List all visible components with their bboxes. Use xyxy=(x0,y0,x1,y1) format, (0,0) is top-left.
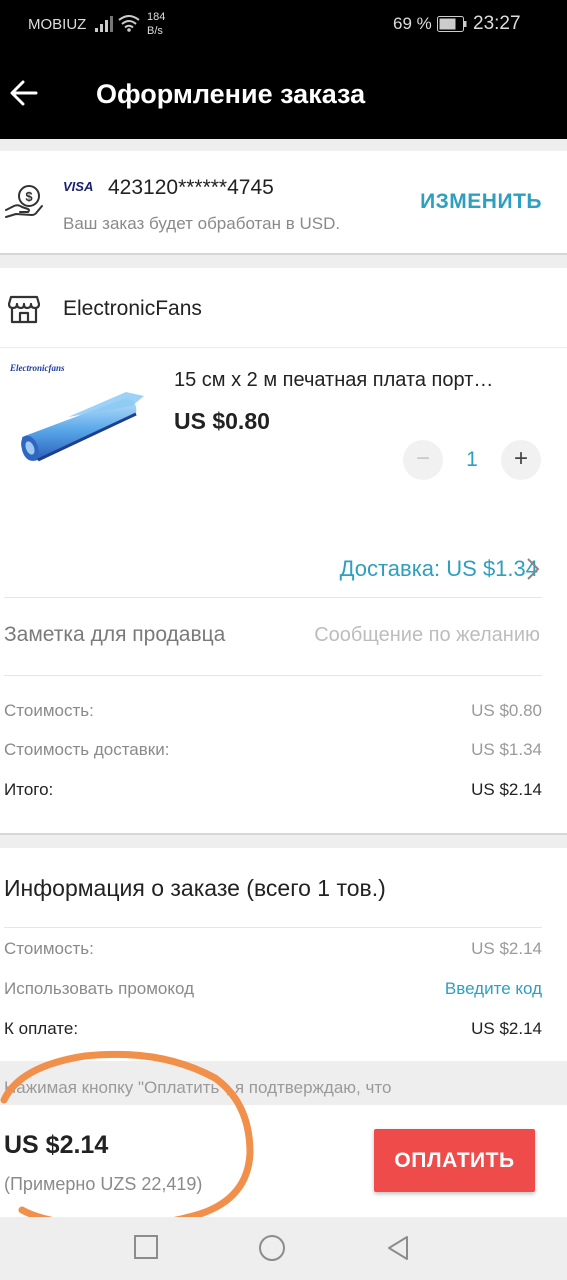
checkout-total: US $2.14 xyxy=(4,1131,109,1159)
hand-coin-icon: $ xyxy=(5,185,43,218)
store-row[interactable]: ElectronicFans xyxy=(0,268,567,348)
recent-apps-icon[interactable] xyxy=(133,1234,159,1260)
summary-shipping-value: US $1.34 xyxy=(471,740,542,759)
battery-percent: 69 % xyxy=(393,14,432,33)
seller-note-input[interactable] xyxy=(272,619,540,651)
to-pay-label: К оплате: xyxy=(4,1019,79,1038)
speed-unit: B/s xyxy=(147,25,163,37)
info-cost-label: Стоимость: xyxy=(4,939,94,958)
visa-logo: VISA xyxy=(63,179,94,194)
product-image[interactable]: Electronicfans xyxy=(8,360,153,505)
battery-icon xyxy=(437,16,467,32)
change-payment-button[interactable]: ИЗМЕНИТЬ xyxy=(420,190,542,214)
enter-promo-code-link[interactable]: Введите код xyxy=(445,979,542,999)
system-nav-bar xyxy=(0,1217,567,1280)
order-info-card: Информация о заказе (всего 1 тов.) Стоим… xyxy=(0,848,567,1061)
order-card: ElectronicFans Electronicfans 15 см x 2 … xyxy=(0,268,567,835)
chevron-right-icon xyxy=(527,558,540,580)
checkout-bar: US $2.14 (Примерно UZS 22,419) ОПЛАТИТЬ xyxy=(0,1105,567,1217)
quantity-value: 1 xyxy=(466,448,478,471)
store-icon xyxy=(8,295,40,324)
divider xyxy=(4,597,542,598)
quantity-minus-button[interactable]: − xyxy=(403,440,443,480)
signal-icon xyxy=(95,16,113,32)
info-cost-value: US $2.14 xyxy=(471,939,542,958)
clock: 23:27 xyxy=(473,13,521,34)
summary-total-label: Итого: xyxy=(4,780,54,799)
back-triangle-icon[interactable] xyxy=(385,1234,411,1262)
to-pay-value: US $2.14 xyxy=(471,1019,542,1038)
seller-note-label: Заметка для продавца xyxy=(4,623,226,646)
film-roll-graphic xyxy=(21,392,144,462)
app-bar: Оформление заказа xyxy=(0,50,567,139)
summary-total-value: US $2.14 xyxy=(471,780,542,799)
product-image-brand: Electronicfans xyxy=(10,363,65,373)
summary-cost-value: US $0.80 xyxy=(471,701,542,720)
speed-value: 184 xyxy=(147,11,166,23)
status-bar: MOBIUZ 184 B/s 69 % 23:27 xyxy=(0,0,567,50)
currency-note: Ваш заказ будет обработан в USD. xyxy=(63,214,341,233)
product-title[interactable]: 15 см x 2 м печатная плата порт… xyxy=(174,369,544,392)
store-name: ElectronicFans xyxy=(63,297,202,320)
promo-code-label: Использовать промокод xyxy=(4,979,195,998)
checkout-approx-total: (Примерно UZS 22,419) xyxy=(4,1174,203,1194)
page-title: Оформление заказа xyxy=(96,79,366,109)
card-number: 423120******4745 xyxy=(108,176,274,199)
quantity-plus-button[interactable]: + xyxy=(501,440,541,480)
divider xyxy=(4,675,542,676)
arrow-left-icon[interactable] xyxy=(10,80,38,106)
summary-cost-label: Стоимость: xyxy=(4,701,94,720)
terms-text: Нажимая кнопку "Оплатить", я подтверждаю… xyxy=(4,1078,392,1097)
pay-button[interactable]: ОПЛАТИТЬ xyxy=(374,1129,535,1192)
svg-text:$: $ xyxy=(25,189,33,204)
divider xyxy=(4,927,542,928)
carrier-name: MOBIUZ xyxy=(28,16,87,33)
payment-method-card: $ VISA 423120******4745 Ваш заказ будет … xyxy=(0,151,567,255)
home-icon[interactable] xyxy=(258,1234,286,1262)
order-info-title: Информация о заказе (всего 1 тов.) xyxy=(4,875,386,901)
network-speed: 184 B/s xyxy=(147,10,165,38)
summary-shipping-label: Стоимость доставки: xyxy=(4,740,170,759)
wifi-icon xyxy=(118,15,140,32)
product-price: US $0.80 xyxy=(174,408,270,434)
shipping-option[interactable]: Доставка: US $1.34 xyxy=(340,556,538,582)
